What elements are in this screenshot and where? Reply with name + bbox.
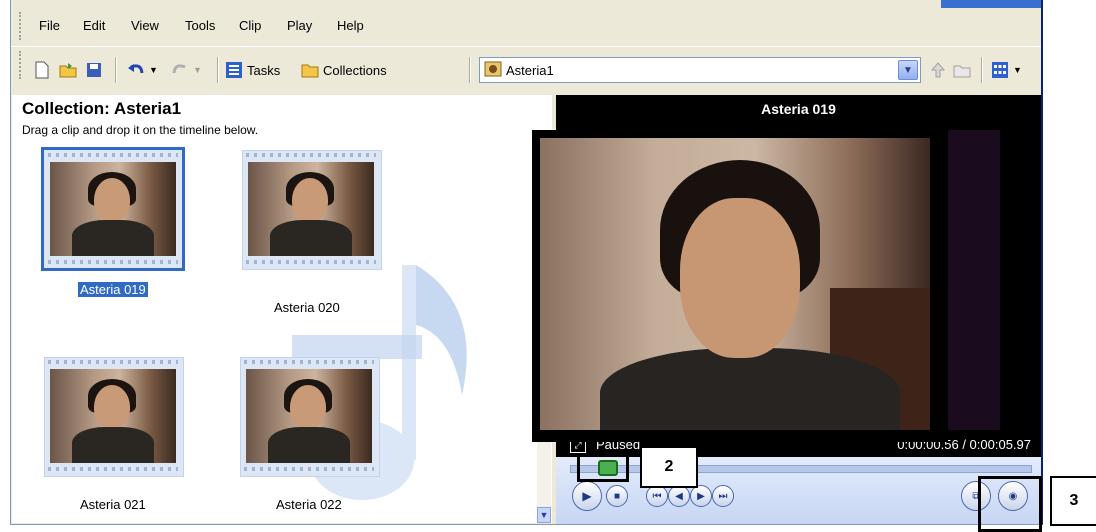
clip-thumbnail[interactable]: Asteria 022 (240, 357, 380, 512)
toolbar: ▼ ▼ Tasks Collections Asteria1 ▼ ▼ (11, 46, 1041, 95)
collections-folder-icon (301, 64, 319, 78)
step-back-icon: ◀ (675, 490, 683, 502)
callout-2: 2 (640, 446, 698, 488)
menu-help[interactable]: Help (337, 18, 364, 33)
new-project-button[interactable] (33, 57, 51, 83)
callout-3: 3 (1050, 476, 1096, 526)
video-body (600, 348, 900, 430)
next-frame-button[interactable]: ⏭ (712, 485, 734, 507)
undo-icon (128, 64, 144, 74)
menu-view[interactable]: View (131, 18, 159, 33)
chevron-down-icon: ▼ (1013, 65, 1022, 75)
menu-bar: File Edit View Tools Clip Play Help (11, 8, 1041, 44)
menu-tools[interactable]: Tools (185, 18, 215, 33)
clip-body (270, 220, 352, 256)
collection-pane: Collection: Asteria1 Drag a clip and dro… (12, 95, 552, 523)
new-folder-icon (953, 65, 971, 78)
menu-play[interactable]: Play (287, 18, 312, 33)
clip-frame-image (50, 369, 176, 463)
open-project-button[interactable] (59, 57, 77, 83)
save-project-button[interactable] (85, 57, 103, 83)
clip-body (72, 220, 154, 256)
menu-file[interactable]: File (39, 18, 60, 33)
film-perforation (244, 467, 374, 471)
chevron-down-icon: ▼ (149, 65, 158, 75)
clip-label[interactable]: Asteria 021 (80, 497, 146, 512)
video-frame-image (540, 138, 930, 430)
clip-thumbnail[interactable]: Asteria 020 (242, 150, 382, 315)
film-perforation (48, 260, 178, 264)
undo-button[interactable]: ▼ (127, 57, 158, 83)
open-folder-icon (59, 63, 77, 78)
title-bar-fragment (941, 0, 1041, 8)
clip-label[interactable]: Asteria 019 (78, 282, 148, 297)
monitor-background (940, 130, 1000, 430)
clip-frame-image (248, 162, 374, 256)
monitor-title: Asteria 019 (761, 101, 836, 117)
collection-selector[interactable]: Asteria1 ▼ (479, 57, 921, 83)
clip-body (268, 427, 350, 463)
film-perforation (246, 260, 376, 264)
menu-edit[interactable]: Edit (83, 18, 105, 33)
toolbar-grip (19, 51, 24, 79)
views-button[interactable]: ▼ (991, 57, 1022, 83)
menu-clip[interactable]: Clip (239, 18, 261, 33)
thumbnail-view-icon (992, 62, 1008, 78)
previous-frame-button[interactable]: ⏮ (646, 485, 668, 507)
play-button[interactable]: ▶ (572, 481, 602, 511)
clip-body (72, 427, 154, 463)
video-face (680, 198, 800, 358)
collections-label: Collections (323, 62, 387, 78)
new-collection-folder-button[interactable] (953, 57, 971, 83)
clip-face (94, 178, 130, 222)
step-forward-button[interactable]: ▶ (690, 485, 712, 507)
step-back-button[interactable]: ◀ (668, 485, 690, 507)
collection-title: Collection: Asteria1 (22, 99, 182, 118)
menu-grip (19, 12, 24, 40)
clip-label[interactable]: Asteria 020 (274, 300, 340, 315)
clip-thumbnail[interactable]: Asteria 019 (41, 147, 185, 297)
enlarged-video-preview (532, 130, 948, 442)
chevron-down-icon: ▼ (193, 65, 202, 75)
tasks-label: Tasks (247, 62, 281, 78)
film-perforation (244, 360, 374, 364)
new-document-icon (35, 61, 49, 79)
toolbar-separator (981, 57, 983, 83)
clip-label[interactable]: Asteria 022 (276, 497, 342, 512)
clip-face (292, 178, 328, 222)
tasks-button[interactable]: Tasks (225, 57, 280, 83)
chevron-down-icon[interactable]: ▼ (898, 60, 918, 80)
save-icon (87, 63, 101, 77)
redo-button[interactable]: ▼ (171, 57, 202, 83)
clip-frame-image (246, 369, 372, 463)
collection-selector-value: Asteria1 (506, 62, 554, 78)
up-level-button[interactable] (929, 57, 947, 83)
film-perforation (48, 467, 178, 471)
skip-forward-icon: ⏭ (718, 490, 728, 502)
tasks-icon (226, 62, 242, 78)
redo-icon (172, 64, 186, 74)
callout-box-camera (978, 476, 1042, 532)
toolbar-separator (217, 57, 219, 83)
clip-face (94, 385, 130, 429)
up-arrow-icon (930, 62, 946, 78)
callout-box-seek (577, 454, 629, 482)
collection-instruction: Drag a clip and drop it on the timeline … (22, 123, 259, 137)
toolbar-separator (115, 57, 117, 83)
clip-thumbnail[interactable]: Asteria 021 (44, 357, 184, 512)
stop-icon: ■ (613, 490, 621, 502)
film-perforation (48, 360, 178, 364)
collection-film-icon (484, 61, 502, 77)
film-perforation (48, 153, 178, 157)
skip-back-icon: ⏮ (652, 490, 662, 502)
toolbar-separator (469, 57, 471, 83)
step-forward-icon: ▶ (697, 490, 705, 502)
clip-face (290, 385, 326, 429)
scroll-down-button[interactable]: ▼ (537, 507, 551, 523)
play-icon: ▶ (582, 489, 592, 503)
film-perforation (246, 153, 376, 157)
stop-button[interactable]: ■ (606, 485, 628, 507)
clip-frame-image (50, 162, 176, 256)
collections-button[interactable]: Collections (301, 57, 387, 83)
